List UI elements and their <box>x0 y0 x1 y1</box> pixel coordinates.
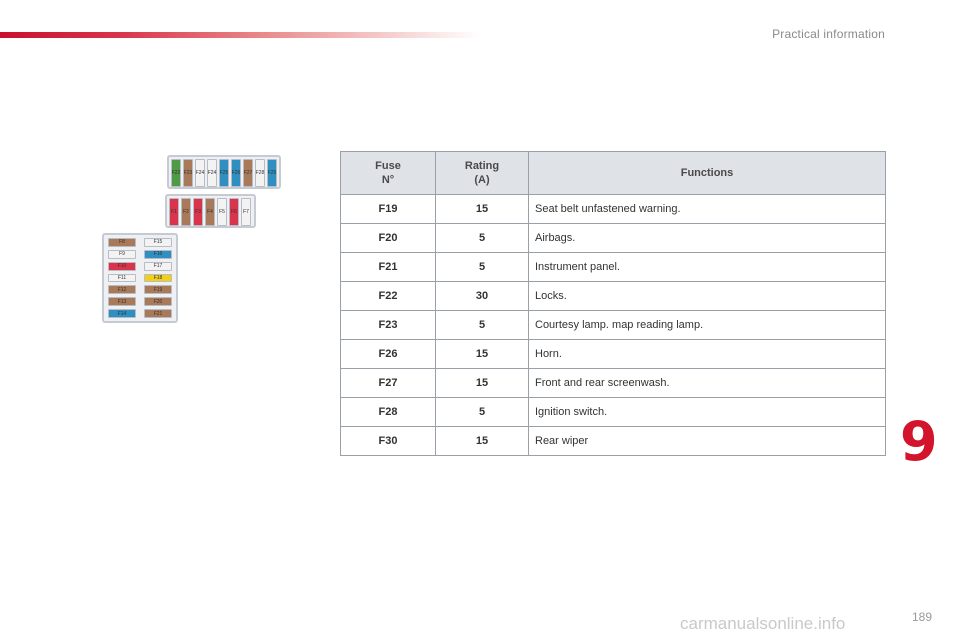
fuse-f27: F27 <box>243 159 253 187</box>
rating-cell: 5 <box>435 397 529 427</box>
table-row: F23 5 Courtesy lamp. map reading lamp. <box>340 310 886 340</box>
rating-cell: 5 <box>435 223 529 253</box>
function-cell: Front and rear screenwash. <box>528 368 886 398</box>
fuse-f4: F4 <box>205 198 215 226</box>
fuse-f24: F24 <box>207 159 217 187</box>
header-accent-bar <box>0 32 480 38</box>
function-cell: Ignition switch. <box>528 397 886 427</box>
fuse-block-top: F22 F23 F24 F24 F25 F26 F27 F28 F29 <box>167 155 281 189</box>
fuse-cell: F22 <box>340 281 436 311</box>
fuse-f22: F22 <box>171 159 181 187</box>
function-cell: Rear wiper <box>528 426 886 456</box>
fuse-cell: F30 <box>340 426 436 456</box>
fuse-f23: F23 <box>183 159 193 187</box>
fuse-f7: F7 <box>241 198 251 226</box>
rating-cell: 15 <box>435 339 529 369</box>
fuse-f3: F3 <box>193 198 203 226</box>
function-cell: Horn. <box>528 339 886 369</box>
header-fuse: Fuse N° <box>340 151 436 195</box>
fuse-f17: F17 <box>144 261 172 271</box>
fuse-column-left: F8 F9 F10 F11 F12 F13 F14 <box>108 238 136 319</box>
fuse-cell: F21 <box>340 252 436 282</box>
fuse-cell: F20 <box>340 223 436 253</box>
fuse-f9: F9 <box>108 249 136 259</box>
watermark: carmanualsonline.info <box>680 614 846 633</box>
fuse-f12: F12 <box>108 285 136 295</box>
fuse-block-middle: F1 F2 F3 F4 F5 F6 F7 <box>165 194 256 228</box>
table-row: F27 15 Front and rear screenwash. <box>340 368 886 398</box>
fuse-cell: F23 <box>340 310 436 340</box>
function-cell: Seat belt unfastened warning. <box>528 194 886 224</box>
function-cell: Airbags. <box>528 223 886 253</box>
fuse-f13: F13 <box>108 297 136 307</box>
table-row: F28 5 Ignition switch. <box>340 397 886 427</box>
table-row: F19 15 Seat belt unfastened warning. <box>340 194 886 224</box>
table-row: F21 5 Instrument panel. <box>340 252 886 282</box>
fuse-f8: F8 <box>108 238 136 247</box>
table-header-row: Fuse N° Rating (A) Functions <box>340 151 886 195</box>
fuse-f19: F19 <box>144 285 172 295</box>
fuse-f18: F18 <box>144 273 172 283</box>
fuse-block-side: F8 F9 F10 F11 F12 F13 F14 F15 F16 F17 F18 F19 F20 F2… <box>102 233 178 323</box>
fuse-f6: F6 <box>229 198 239 226</box>
fuse-f2: F2 <box>181 198 191 226</box>
rating-cell: 30 <box>435 281 529 311</box>
fuse-cell: F19 <box>340 194 436 224</box>
fuse-f20: F20 <box>144 297 172 307</box>
page-number: 189 <box>912 610 933 624</box>
header-functions: Functions <box>528 151 886 195</box>
rating-cell: 15 <box>435 368 529 398</box>
fuse-f25: F25 <box>219 159 229 187</box>
section-title: Practical information <box>772 27 885 41</box>
fuse-f16: F16 <box>144 249 172 259</box>
fuse-cell: F27 <box>340 368 436 398</box>
fuse-table: Fuse N° Rating (A) Functions F19 15 Seat… <box>340 151 886 456</box>
function-cell: Courtesy lamp. map reading lamp. <box>528 310 886 340</box>
header-rating: Rating (A) <box>435 151 529 195</box>
table-row: F30 15 Rear wiper <box>340 426 886 456</box>
fuse-f15: F15 <box>144 238 172 247</box>
fuse-cell: F28 <box>340 397 436 427</box>
chapter-number: 9 <box>900 410 938 473</box>
table-row: F26 15 Horn. <box>340 339 886 369</box>
fuse-f11: F11 <box>108 273 136 283</box>
rating-cell: 5 <box>435 252 529 282</box>
fuse-f14: F14 <box>108 309 136 319</box>
rating-cell: 5 <box>435 310 529 340</box>
fuse-column-right: F15 F16 F17 F18 F19 F20 F21 <box>144 238 172 319</box>
fuse-f1: F1 <box>169 198 179 226</box>
fuse-f24: F24 <box>195 159 205 187</box>
table-row: F22 30 Locks. <box>340 281 886 311</box>
fuse-f5: F5 <box>217 198 227 226</box>
rating-cell: 15 <box>435 194 529 224</box>
fuse-cell: F26 <box>340 339 436 369</box>
function-cell: Instrument panel. <box>528 252 886 282</box>
fuse-f26: F26 <box>231 159 241 187</box>
rating-cell: 15 <box>435 426 529 456</box>
table-row: F20 5 Airbags. <box>340 223 886 253</box>
fuse-f10: F10 <box>108 261 136 271</box>
fuse-f28: F28 <box>255 159 265 187</box>
fuse-f29: F29 <box>267 159 277 187</box>
fuse-f21: F21 <box>144 309 172 319</box>
function-cell: Locks. <box>528 281 886 311</box>
